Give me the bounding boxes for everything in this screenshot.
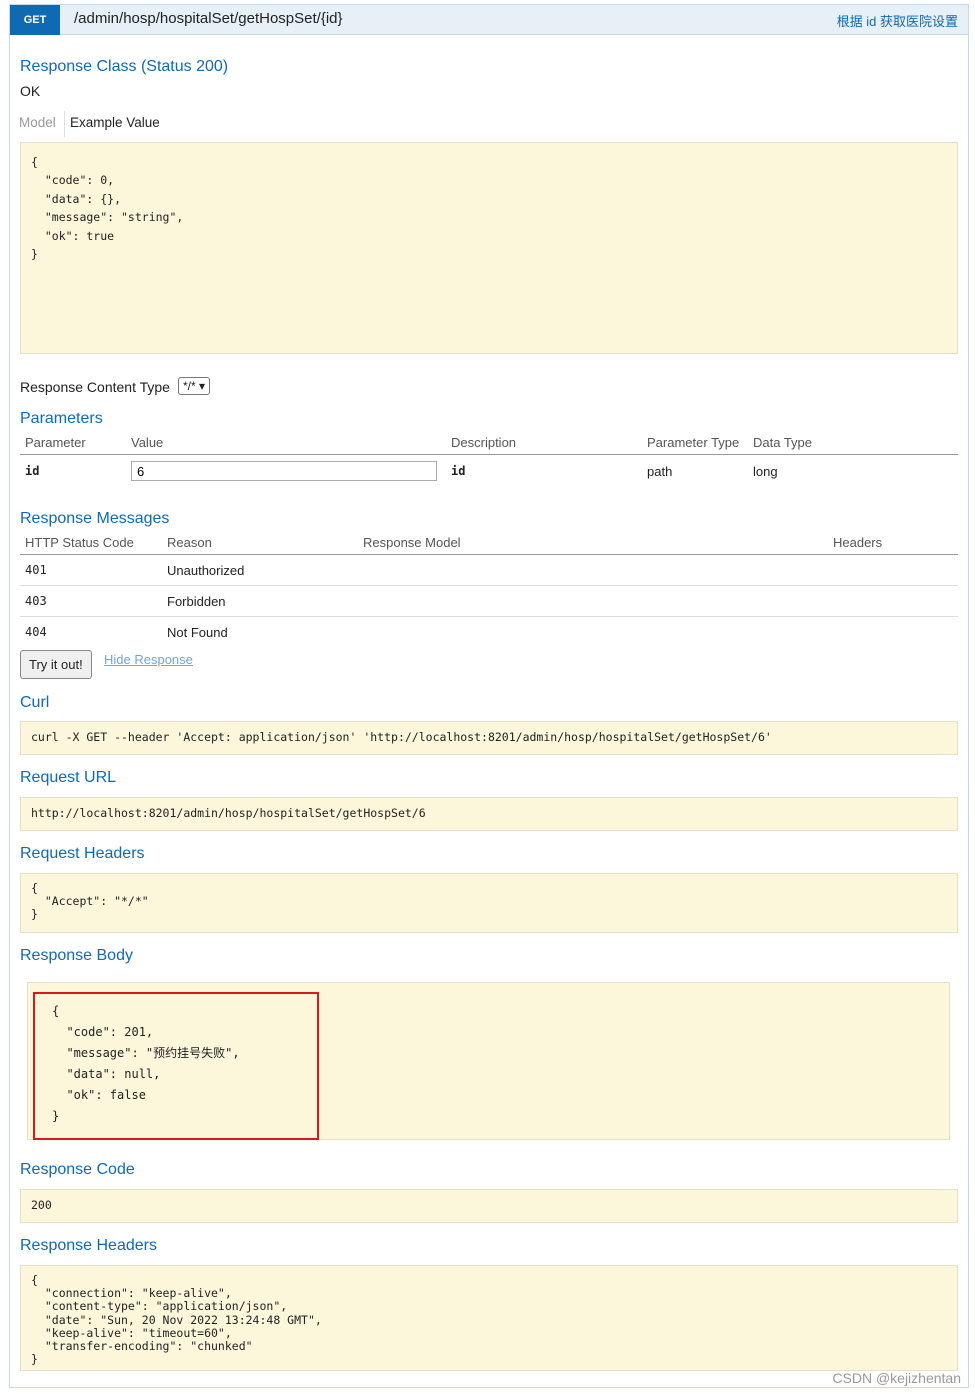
example-value-box[interactable]: { "code": 0, "data": {}, "message": "str…: [20, 142, 958, 354]
curl-command: curl -X GET --header 'Accept: applicatio…: [31, 730, 772, 744]
code-line: "code": 0,: [31, 173, 115, 188]
code-line: {: [31, 881, 38, 895]
code-line: "Accept": "*/*": [31, 894, 149, 909]
try-it-out-button[interactable]: Try it out!: [20, 650, 92, 679]
param-header-parameter: Parameter: [20, 431, 126, 455]
request-headers-title: Request Headers: [20, 845, 145, 862]
table-row: id id path long: [20, 455, 958, 488]
param-header-value: Value: [126, 431, 446, 455]
status-reason: Not Found: [167, 624, 228, 640]
code-line: "ok": true: [31, 228, 115, 243]
example-code: { "code": 0, "data": {}, "message": "str…: [31, 153, 947, 263]
code-line: "content-type": "application/json",: [31, 1299, 288, 1314]
status-code: 404: [25, 625, 47, 640]
status-code: 403: [20, 585, 162, 617]
code-line: {: [31, 155, 38, 169]
chevron-down-icon: ▾: [199, 379, 206, 393]
request-url-box[interactable]: http://localhost:8201/admin/hosp/hospita…: [20, 797, 958, 831]
hide-response-link[interactable]: Hide Response: [104, 652, 193, 667]
response-headers-title: Response Headers: [20, 1237, 157, 1254]
operation-content: Response Class (Status 200) OK Model Exa…: [10, 35, 968, 1387]
code-line: }: [31, 907, 38, 922]
content-type-label: Response Content Type: [20, 379, 170, 395]
http-method-badge: GET: [10, 5, 60, 35]
param-datatype: long: [753, 463, 778, 479]
msg-header-reason: Reason: [162, 531, 358, 555]
response-class-title: Response Class (Status 200): [20, 58, 229, 75]
response-code-value: 200: [31, 1198, 52, 1212]
highlight-box: [33, 992, 319, 1140]
response-headers-code: { "connection": "keep-alive", "content-t…: [31, 1273, 947, 1367]
code-line: }: [31, 246, 38, 261]
operation-header[interactable]: GET /admin/hosp/hospitalSet/getHospSet/{…: [10, 5, 968, 35]
param-header-type: Parameter Type: [642, 431, 748, 455]
response-messages-table: HTTP Status Code Reason Response Model H…: [20, 531, 958, 648]
param-description: id: [451, 464, 466, 478]
code-line: "message": "string",: [31, 210, 184, 225]
response-messages-title: Response Messages: [20, 510, 170, 527]
content-type-value: */*: [183, 379, 196, 393]
response-body-title: Response Body: [20, 947, 133, 964]
msg-header-model: Response Model: [358, 531, 828, 555]
response-code-title: Response Code: [20, 1161, 135, 1178]
curl-box[interactable]: curl -X GET --header 'Accept: applicatio…: [20, 721, 958, 755]
request-url-title: Request URL: [20, 769, 117, 786]
param-name: id: [25, 464, 40, 478]
msg-header-headers: Headers: [828, 531, 958, 555]
code-line: }: [31, 1352, 38, 1367]
content-type-select[interactable]: */* ▾: [178, 377, 211, 395]
msg-header-code: HTTP Status Code: [20, 531, 162, 555]
status-reason: Unauthorized: [162, 554, 358, 586]
table-row: 404 Not Found: [20, 617, 958, 648]
response-code-box[interactable]: 200: [20, 1189, 958, 1223]
table-row: 401 Unauthorized: [20, 554, 958, 586]
table-row: 403 Forbidden: [20, 585, 958, 617]
tab-example-value[interactable]: Example Value: [70, 115, 160, 130]
param-header-description: Description: [446, 431, 642, 455]
status-code: 401: [20, 554, 162, 586]
response-headers-box[interactable]: { "connection": "keep-alive", "content-t…: [20, 1265, 958, 1371]
code-line: "transfer-encoding": "chunked": [31, 1339, 253, 1354]
curl-title: Curl: [20, 694, 50, 711]
watermark: CSDN @kejizhentan: [832, 1370, 961, 1386]
endpoint-path[interactable]: /admin/hosp/hospitalSet/getHospSet/{id}: [74, 10, 343, 27]
tab-divider: [64, 111, 65, 137]
request-headers-code: { "Accept": "*/*"}: [31, 881, 947, 922]
tab-model[interactable]: Model: [19, 115, 56, 130]
request-headers-box[interactable]: { "Accept": "*/*"}: [20, 873, 958, 933]
code-line: "data": {},: [31, 191, 122, 206]
request-url-value: http://localhost:8201/admin/hosp/hospita…: [31, 806, 426, 820]
param-id-input[interactable]: [131, 461, 437, 481]
parameters-title: Parameters: [20, 410, 103, 427]
parameters-table: Parameter Value Description Parameter Ty…: [20, 431, 958, 487]
status-reason: Forbidden: [162, 585, 358, 617]
param-type: path: [647, 463, 673, 479]
param-header-datatype: Data Type: [748, 431, 958, 455]
response-class-status: OK: [20, 83, 41, 99]
endpoint-summary[interactable]: 根据 id 获取医院设置: [837, 11, 958, 30]
code-line: "date": "Sun, 20 Nov 2022 13:24:48 GMT",: [31, 1312, 322, 1327]
